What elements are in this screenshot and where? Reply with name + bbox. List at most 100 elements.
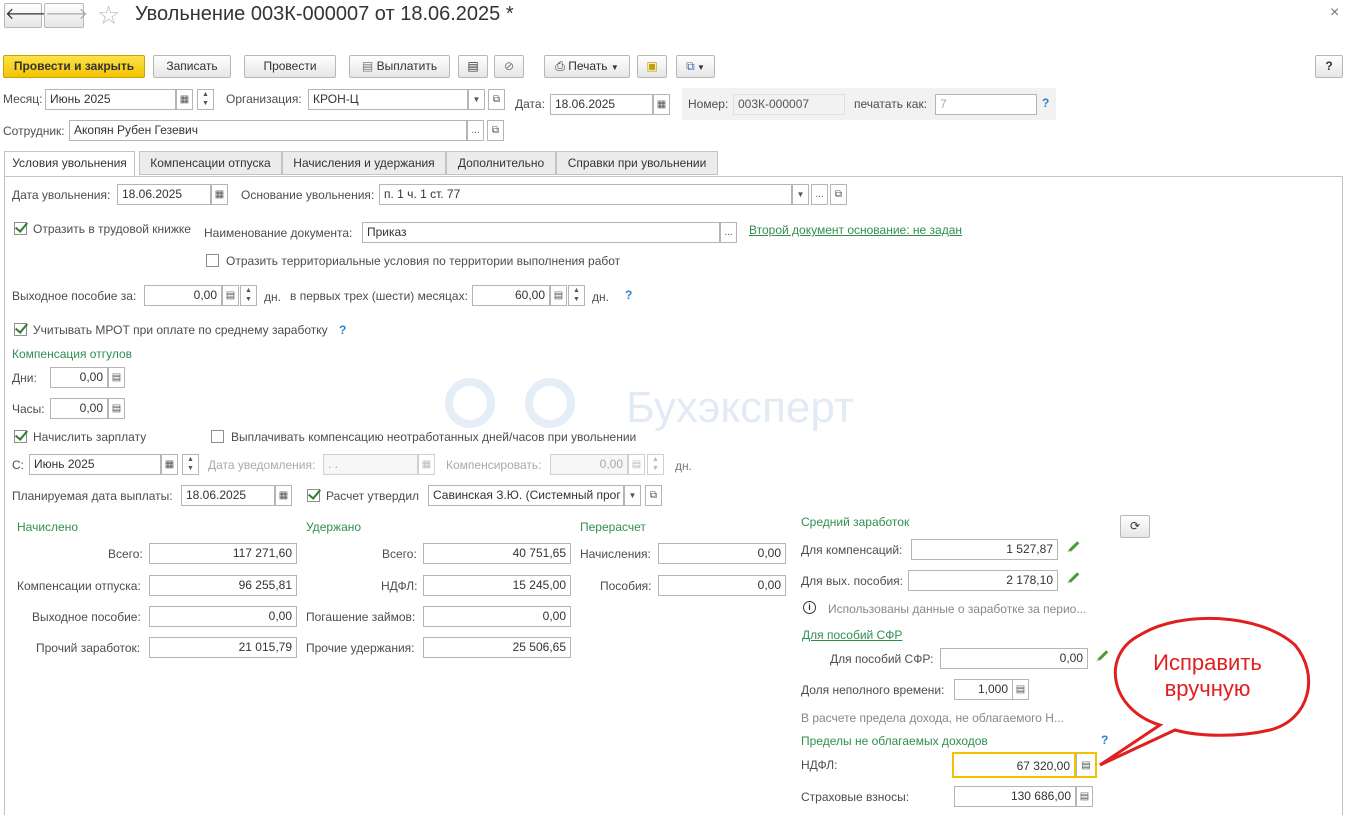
compensate-field[interactable]: 0,00 [550, 454, 628, 475]
attachment-button[interactable]: ⊘ [494, 55, 524, 78]
accrued-severance-field: 0,00 [149, 606, 297, 627]
refresh-button[interactable]: ⟳ [1120, 515, 1150, 538]
sfr-link[interactable]: Для пособий СФР [802, 628, 902, 642]
open-org-icon[interactable]: ⧉ [488, 89, 505, 110]
calendar-icon[interactable]: ▦ [653, 94, 670, 115]
back-button[interactable]: 🡐 [4, 3, 48, 28]
approved-dropdown-icon[interactable]: ▼ [624, 485, 641, 506]
avg-comp-field[interactable]: 1 527,87 [911, 539, 1058, 560]
document-list-button[interactable]: ▤ [458, 55, 488, 78]
calculator-icon[interactable]: ▤ [1012, 679, 1029, 700]
org-field[interactable]: КРОН-Ц [308, 89, 468, 110]
reflect-book-checkbox[interactable] [14, 222, 27, 235]
post-button[interactable]: Провести [244, 55, 336, 78]
accrued-other-field: 21 015,79 [149, 637, 297, 658]
first-months-field[interactable]: 60,00 [472, 285, 550, 306]
calculator-icon[interactable]: ▤ [550, 285, 567, 306]
basis-select-icon[interactable]: ... [811, 184, 828, 205]
mrot-label: Учитывать МРОТ при оплате по среднему за… [33, 323, 328, 337]
help-icon[interactable]: ? [625, 288, 632, 302]
calendar-icon[interactable]: ▦ [418, 454, 435, 475]
employee-select-icon[interactable]: ... [467, 120, 484, 141]
open-employee-icon[interactable]: ⧉ [487, 120, 504, 141]
avg-comp-label: Для компенсаций: [801, 543, 903, 557]
tab-vacation-compensation[interactable]: Компенсации отпуска [139, 151, 282, 175]
calculator-icon[interactable]: ▤ [1076, 786, 1093, 807]
avg-sev-field[interactable]: 2 178,10 [908, 570, 1058, 591]
territorial-label: Отразить территориальные условия по терр… [226, 254, 621, 268]
save-button[interactable]: Записать [153, 55, 231, 78]
employee-label: Сотрудник: [3, 124, 65, 138]
from-field[interactable]: Июнь 2025 [29, 454, 161, 475]
tab-certificates[interactable]: Справки при увольнении [556, 151, 718, 175]
close-icon[interactable]: × [1330, 4, 1339, 22]
hours-field[interactable]: 0,00 [50, 398, 108, 419]
dismissal-date-field[interactable]: 18.06.2025 [117, 184, 211, 205]
pay-button[interactable]: ▤ Выплатить [349, 55, 450, 78]
calculator-icon[interactable]: ▤ [108, 367, 125, 388]
limit-ndfl-label: НДФЛ: [801, 758, 838, 772]
sfr-field[interactable]: 0,00 [940, 648, 1088, 669]
calendar-icon[interactable]: ▦ [275, 485, 292, 506]
print-button[interactable]: ⎙ Печать ▼ [544, 55, 630, 78]
compensate-stepper[interactable]: ▲ ▼ [647, 454, 664, 475]
copy-icon: ⧉ [686, 59, 695, 73]
severance-stepper[interactable]: ▲ ▼ [240, 285, 257, 306]
month-field[interactable]: Июнь 2025 [45, 89, 176, 110]
tab-dismissal-conditions[interactable]: Условия увольнения [4, 151, 135, 177]
help-icon[interactable]: ? [1042, 96, 1049, 110]
approved-checkbox[interactable] [307, 489, 320, 502]
territorial-checkbox[interactable] [206, 254, 219, 267]
help-icon[interactable]: ? [339, 323, 346, 337]
calculator-icon[interactable]: ▤ [628, 454, 645, 475]
limit-insurance-field[interactable]: 130 686,00 [954, 786, 1076, 807]
org-dropdown-icon[interactable]: ▼ [468, 89, 485, 110]
second-doc-link[interactable]: Второй документ основание: не задан [749, 223, 962, 237]
doc-name-select-icon[interactable]: ... [720, 222, 737, 243]
number-field: 003К-000007 [733, 94, 845, 115]
accrued-total-label: Всего: [108, 547, 143, 561]
info-icon: i [803, 601, 816, 614]
more-actions-button[interactable]: ⧉ ▼ [676, 55, 715, 78]
basis-dropdown-icon[interactable]: ▼ [792, 184, 809, 205]
limit-ndfl-field[interactable]: 67 320,00 [952, 752, 1076, 778]
month-stepper[interactable]: ▲ ▼ [197, 89, 214, 110]
notice-field[interactable]: . . [323, 454, 418, 475]
planned-pay-field[interactable]: 18.06.2025 [181, 485, 275, 506]
calendar-icon[interactable]: ▦ [211, 184, 228, 205]
severance-label: Выходное пособие за: [12, 289, 137, 303]
help-button[interactable]: ? [1315, 55, 1343, 78]
chevron-down-icon: ▼ [694, 63, 705, 72]
days-field[interactable]: 0,00 [50, 367, 108, 388]
accrue-salary-checkbox[interactable] [14, 430, 27, 443]
calendar-icon[interactable]: ▦ [161, 454, 178, 475]
approved-field[interactable]: Савинская З.Ю. (Системный прог [428, 485, 624, 506]
from-stepper[interactable]: ▲ ▼ [182, 454, 199, 475]
tab-additional[interactable]: Дополнительно [446, 151, 556, 175]
withheld-total-field: 40 751,65 [423, 543, 571, 564]
withheld-other-label: Прочие удержания: [306, 641, 415, 655]
print-as-field[interactable]: 7 [935, 94, 1037, 115]
open-basis-icon[interactable]: ⧉ [830, 184, 847, 205]
date-field[interactable]: 18.06.2025 [550, 94, 653, 115]
calendar-icon[interactable]: ▦ [176, 89, 193, 110]
report-button[interactable]: ▣ [637, 55, 667, 78]
callout-text: Исправить вручную [1153, 650, 1262, 701]
calculator-icon[interactable]: ▤ [222, 285, 239, 306]
severance-days-field[interactable]: 0,00 [144, 285, 222, 306]
list-icon: ▤ [467, 59, 479, 73]
employee-field[interactable]: Акопян Рубен Гезевич [69, 120, 467, 141]
open-approved-icon[interactable]: ⧉ [645, 485, 662, 506]
days-unit-label: дн. [264, 290, 281, 304]
first-months-stepper[interactable]: ▲ ▼ [568, 285, 585, 306]
basis-field[interactable]: п. 1 ч. 1 ст. 77 [379, 184, 792, 205]
mrot-checkbox[interactable] [14, 323, 27, 336]
favorite-star-icon[interactable]: ☆ [97, 0, 120, 31]
tab-accruals-deductions[interactable]: Начисления и удержания [282, 151, 446, 175]
part-time-field[interactable]: 1,000 [954, 679, 1013, 700]
pay-unworked-checkbox[interactable] [211, 430, 224, 443]
post-and-close-button[interactable]: Провести и закрыть [3, 55, 145, 78]
calculator-icon[interactable]: ▤ [108, 398, 125, 419]
doc-name-field[interactable]: Приказ [362, 222, 720, 243]
forward-button[interactable]: 🡒 [44, 3, 88, 28]
